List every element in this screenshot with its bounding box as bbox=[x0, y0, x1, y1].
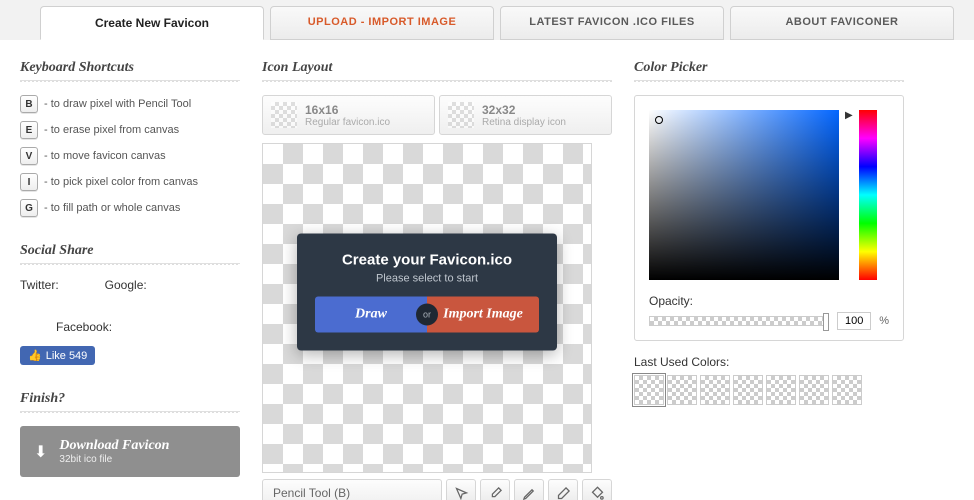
shortcuts-title: Keyboard Shortcuts bbox=[20, 60, 240, 81]
opacity-slider[interactable] bbox=[649, 316, 829, 326]
swatch[interactable] bbox=[700, 375, 730, 405]
tab-latest[interactable]: LATEST FAVICON .ICO FILES bbox=[500, 6, 724, 40]
overlay-title: Create your Favicon.ico bbox=[315, 251, 539, 268]
social-title: Social Share bbox=[20, 243, 240, 264]
key-i: I bbox=[20, 173, 38, 191]
or-divider: or bbox=[416, 303, 438, 325]
draw-button[interactable]: Draw bbox=[315, 296, 427, 332]
key-g: G bbox=[20, 199, 38, 217]
size-32x32[interactable]: 32x32 Retina display icon bbox=[439, 95, 612, 135]
download-icon: ⬇ bbox=[34, 442, 47, 462]
size-16-sub: Regular favicon.ico bbox=[305, 117, 390, 128]
swatch[interactable] bbox=[667, 375, 697, 405]
shortcut-row: I - to pick pixel color from canvas bbox=[20, 173, 240, 191]
shortcut-desc: - to pick pixel color from canvas bbox=[44, 176, 198, 188]
finish-title: Finish? bbox=[20, 391, 240, 412]
canvas[interactable]: Create your Favicon.ico Please select to… bbox=[262, 143, 592, 473]
download-subtitle: 32bit ico file bbox=[59, 454, 169, 465]
shortcut-desc: - to erase pixel from canvas bbox=[44, 124, 179, 136]
tab-create[interactable]: Create New Favicon bbox=[40, 6, 264, 40]
hue-indicator-icon: ▶ bbox=[845, 110, 853, 280]
opacity-input[interactable] bbox=[837, 312, 871, 330]
fb-like-label: Like 549 bbox=[46, 350, 88, 362]
size-32-sub: Retina display icon bbox=[482, 117, 566, 128]
swatch[interactable] bbox=[766, 375, 796, 405]
shortcut-desc: - to fill path or whole canvas bbox=[44, 202, 180, 214]
size-thumb-icon bbox=[448, 102, 474, 128]
overlay-subtitle: Please select to start bbox=[315, 272, 539, 284]
layout-title: Icon Layout bbox=[262, 60, 612, 81]
swatch[interactable] bbox=[733, 375, 763, 405]
opacity-label: Opacity: bbox=[649, 294, 889, 308]
shortcut-row: G - to fill path or whole canvas bbox=[20, 199, 240, 217]
key-b: B bbox=[20, 95, 38, 113]
eyedropper-tool[interactable] bbox=[480, 479, 510, 500]
shortcut-row: E - to erase pixel from canvas bbox=[20, 121, 240, 139]
key-e: E bbox=[20, 121, 38, 139]
swatch[interactable] bbox=[799, 375, 829, 405]
fb-like-button[interactable]: 👍 Like 549 bbox=[20, 346, 95, 365]
shortcut-row: V - to move favicon canvas bbox=[20, 147, 240, 165]
shortcut-desc: - to move favicon canvas bbox=[44, 150, 166, 162]
google-label: Google: bbox=[105, 278, 147, 292]
hue-slider[interactable] bbox=[859, 110, 877, 280]
facebook-label: Facebook: bbox=[56, 320, 112, 334]
import-button[interactable]: Import Image bbox=[427, 296, 539, 332]
move-tool[interactable] bbox=[446, 479, 476, 500]
size-32-title: 32x32 bbox=[482, 103, 566, 117]
twitter-label: Twitter: bbox=[20, 278, 59, 292]
size-16x16[interactable]: 16x16 Regular favicon.ico bbox=[262, 95, 435, 135]
tool-label: Pencil Tool (B) bbox=[262, 479, 442, 500]
thumbs-up-icon: 👍 bbox=[28, 349, 42, 362]
eraser-tool[interactable] bbox=[548, 479, 578, 500]
color-panel: ▶ Opacity: % bbox=[634, 95, 904, 341]
shortcut-row: B - to draw pixel with Pencil Tool bbox=[20, 95, 240, 113]
download-title: Download Favicon bbox=[59, 438, 169, 454]
download-button[interactable]: ⬇ Download Favicon 32bit ico file bbox=[20, 426, 240, 477]
start-overlay: Create your Favicon.ico Please select to… bbox=[297, 233, 557, 350]
percent-label: % bbox=[879, 315, 889, 327]
pencil-tool[interactable] bbox=[514, 479, 544, 500]
tab-about[interactable]: ABOUT FAVICONER bbox=[730, 6, 954, 40]
size-16-title: 16x16 bbox=[305, 103, 390, 117]
swatch[interactable] bbox=[832, 375, 862, 405]
size-thumb-icon bbox=[271, 102, 297, 128]
picker-title: Color Picker bbox=[634, 60, 904, 81]
last-colors-label: Last Used Colors: bbox=[634, 355, 904, 369]
tabs: Create New Favicon UPLOAD - IMPORT IMAGE… bbox=[0, 0, 974, 40]
saturation-cursor[interactable] bbox=[655, 116, 663, 124]
fill-tool[interactable] bbox=[582, 479, 612, 500]
tab-upload[interactable]: UPLOAD - IMPORT IMAGE bbox=[270, 6, 494, 40]
saturation-box[interactable] bbox=[649, 110, 839, 280]
key-v: V bbox=[20, 147, 38, 165]
opacity-handle[interactable] bbox=[823, 313, 829, 331]
swatch[interactable] bbox=[634, 375, 664, 405]
shortcut-desc: - to draw pixel with Pencil Tool bbox=[44, 98, 191, 110]
